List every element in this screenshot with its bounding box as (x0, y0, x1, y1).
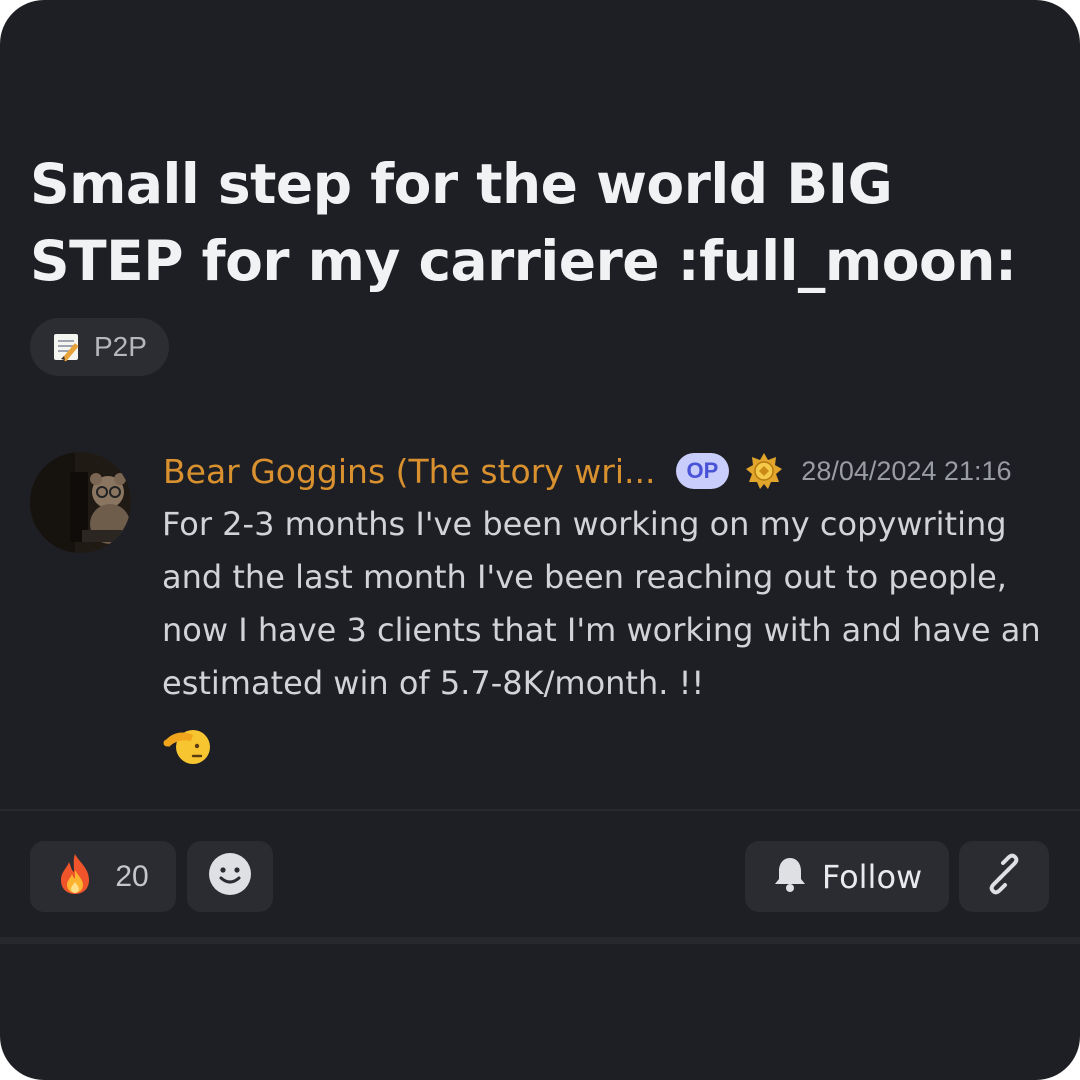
divider (0, 809, 1080, 811)
gold-badge-icon (745, 452, 783, 490)
follow-button[interactable]: Follow (745, 841, 949, 912)
op-badge: OP (675, 453, 730, 489)
follow-label: Follow (821, 857, 923, 896)
author-name[interactable]: Bear Goggins (The story wri... (163, 452, 656, 491)
timestamp: 28/04/2024 21:16 (801, 455, 1012, 486)
message-header: Bear Goggins (The story wri... OP 28/04/… (163, 448, 1063, 494)
saluting-face-emoji (163, 725, 211, 767)
fire-reaction-button[interactable]: 20 (30, 841, 176, 912)
smiley-icon (207, 851, 253, 902)
fire-icon (57, 852, 93, 901)
bell-icon (772, 855, 808, 898)
reaction-count: 20 (115, 859, 149, 893)
copy-link-button[interactable] (959, 841, 1049, 912)
post-tag[interactable]: P2P (30, 318, 169, 376)
message-body: For 2-3 months I've been working on my c… (162, 505, 1041, 702)
divider (0, 937, 1080, 944)
memo-icon (52, 332, 84, 362)
link-icon (983, 853, 1025, 900)
post-title: Small step for the world BIG STEP for my… (30, 152, 1017, 293)
post-card: Small step for the world BIG STEP for my… (0, 0, 1080, 1080)
tag-label: P2P (94, 331, 147, 362)
add-reaction-button[interactable] (187, 841, 273, 912)
avatar[interactable] (30, 452, 131, 553)
